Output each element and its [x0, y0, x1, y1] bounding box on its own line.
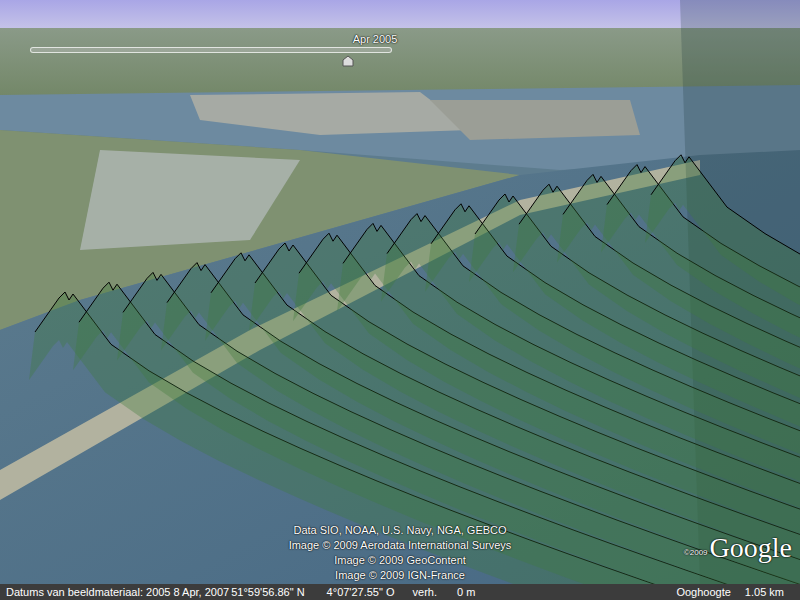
attribution-line: Data SIO, NOAA, U.S. Navy, NGA, GEBCO	[293, 523, 506, 537]
elevation: 0 m	[457, 584, 475, 600]
logo-copyright: ©2009	[684, 548, 708, 564]
google-earth-view: Apr 2005 Data SIO, NOAA, U.S. Navy, NGA, …	[0, 0, 800, 600]
eye-altitude: 1.05 km	[745, 584, 784, 600]
latitude: 51°59'56.86" N	[231, 584, 304, 600]
logo-text: Google	[710, 532, 792, 564]
attribution: Data SIO, NOAA, U.S. Navy, NGA, GEBCOIma…	[200, 523, 600, 582]
attribution-line: Image © 2009 Aerodata International Surv…	[289, 538, 512, 552]
aerial-imagery	[0, 0, 800, 584]
imagery-date: Datums van beeldmateriaal: 2005 8 Apr, 2…	[6, 584, 229, 600]
map-view[interactable]: Apr 2005 Data SIO, NOAA, U.S. Navy, NGA, …	[0, 0, 800, 584]
time-slider-label: Apr 2005	[320, 32, 430, 46]
time-slider[interactable]: Apr 2005	[30, 32, 392, 68]
elevation-label: verh.	[413, 584, 437, 600]
longitude: 4°07'27.55" O	[327, 584, 395, 600]
elevation-profiles	[29, 155, 800, 584]
time-slider-track[interactable]	[30, 47, 392, 53]
status-bar: Datums van beeldmateriaal: 2005 8 Apr, 2…	[0, 584, 800, 600]
attribution-line: Image © 2009 IGN-France	[335, 568, 465, 582]
attribution-line: Image © 2009 GeoContent	[334, 553, 466, 567]
google-logo: ©2009Google	[684, 532, 792, 564]
eye-altitude-label: Ooghoogte	[676, 584, 730, 600]
slider-thumb-icon[interactable]	[342, 55, 354, 67]
